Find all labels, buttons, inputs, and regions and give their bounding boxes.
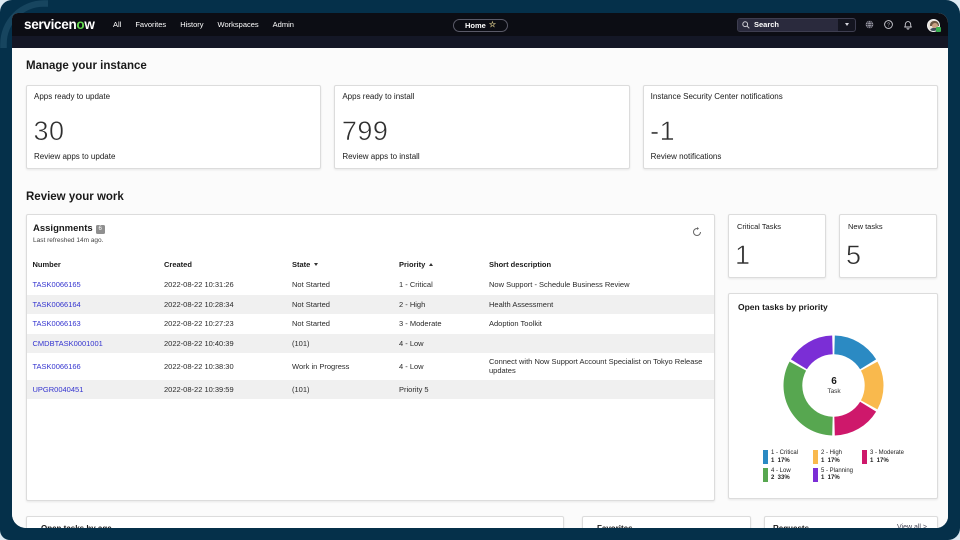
svg-text:?: ? xyxy=(887,22,890,28)
